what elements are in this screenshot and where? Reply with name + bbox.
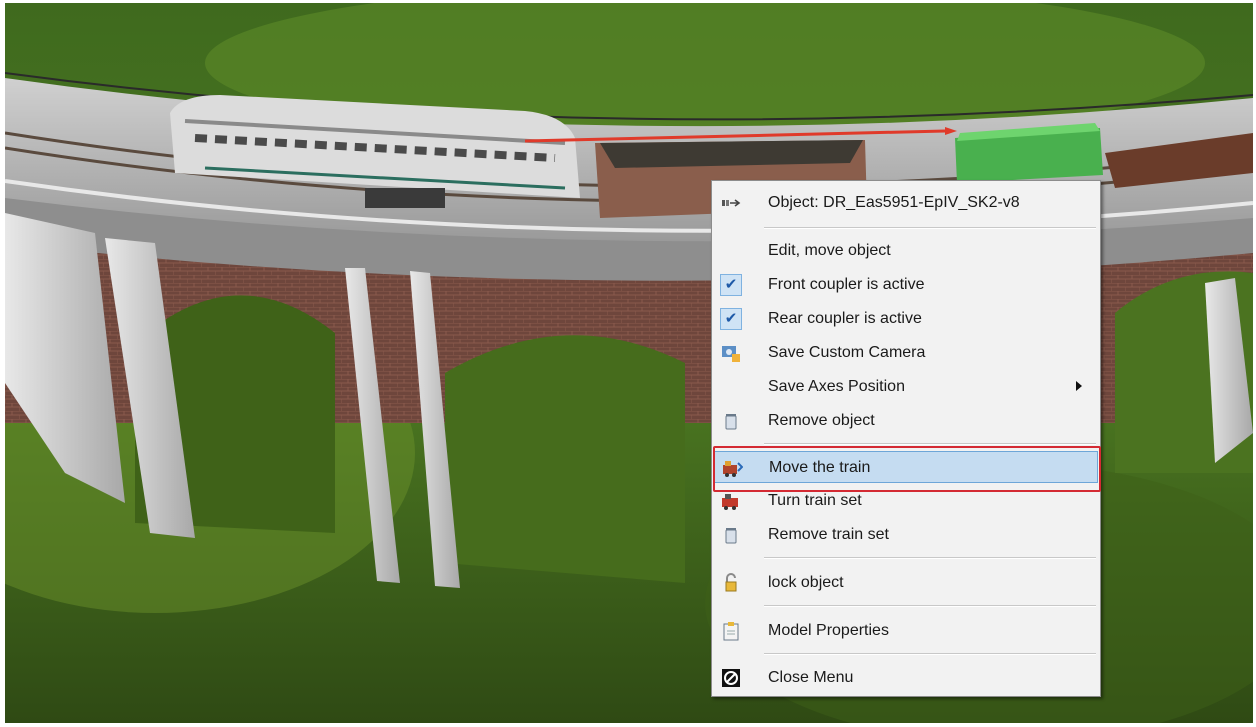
lock-icon (720, 572, 742, 594)
menu-item-label: Model Properties (768, 622, 889, 639)
menu-item-label: Remove train set (768, 526, 889, 543)
menu-item-remove-object[interactable]: Remove object (714, 405, 1098, 437)
menu-item-label: Remove object (768, 412, 875, 429)
menu-item-label: Front coupler is active (768, 276, 925, 293)
trash-icon (720, 524, 742, 546)
menu-header-object: Object: DR_Eas5951-EpIV_SK2-v8 (714, 187, 1098, 219)
menu-item-save-axes-position[interactable]: Save Axes Position (714, 371, 1098, 403)
close-circle-icon (720, 667, 742, 689)
menu-item-label: Close Menu (768, 669, 854, 686)
menu-item-rear-coupler[interactable]: ✔ Rear coupler is active (714, 303, 1098, 335)
context-menu: Object: DR_Eas5951-EpIV_SK2-v8 Edit, mov… (711, 180, 1101, 697)
clipboard-icon (720, 620, 742, 642)
trash-icon (720, 410, 742, 432)
checkmark-icon: ✔ (720, 308, 742, 330)
menu-header-label: Object: DR_Eas5951-EpIV_SK2-v8 (768, 194, 1020, 211)
menu-item-edit-move-object[interactable]: Edit, move object (714, 235, 1098, 267)
highlight-annotation-box (713, 446, 1101, 492)
app-viewport: Object: DR_Eas5951-EpIV_SK2-v8 Edit, mov… (0, 0, 1256, 727)
menu-item-model-properties[interactable]: Model Properties (714, 615, 1098, 647)
menu-item-label: Rear coupler is active (768, 310, 922, 327)
camera-save-icon (720, 342, 742, 364)
menu-item-save-custom-camera[interactable]: Save Custom Camera (714, 337, 1098, 369)
menu-item-label: Save Axes Position (768, 378, 905, 395)
menu-item-front-coupler[interactable]: ✔ Front coupler is active (714, 269, 1098, 301)
menu-item-close-menu[interactable]: Close Menu (714, 662, 1098, 694)
menu-item-label: Turn train set (768, 492, 862, 509)
menu-separator (764, 443, 1096, 445)
menu-separator (764, 227, 1096, 229)
menu-item-label: lock object (768, 574, 844, 591)
menu-separator (764, 557, 1096, 559)
menu-item-label: Save Custom Camera (768, 344, 926, 361)
menu-item-label: Edit, move object (768, 242, 891, 259)
menu-item-remove-train-set[interactable]: Remove train set (714, 519, 1098, 551)
submenu-arrow-icon (1076, 381, 1082, 391)
checkmark-icon: ✔ (720, 274, 742, 296)
object-arrow-icon (720, 192, 742, 214)
turn-train-icon (720, 490, 742, 512)
green-wagon (955, 123, 1103, 183)
menu-separator (764, 605, 1096, 607)
menu-separator (764, 653, 1096, 655)
menu-item-lock-object[interactable]: lock object (714, 567, 1098, 599)
